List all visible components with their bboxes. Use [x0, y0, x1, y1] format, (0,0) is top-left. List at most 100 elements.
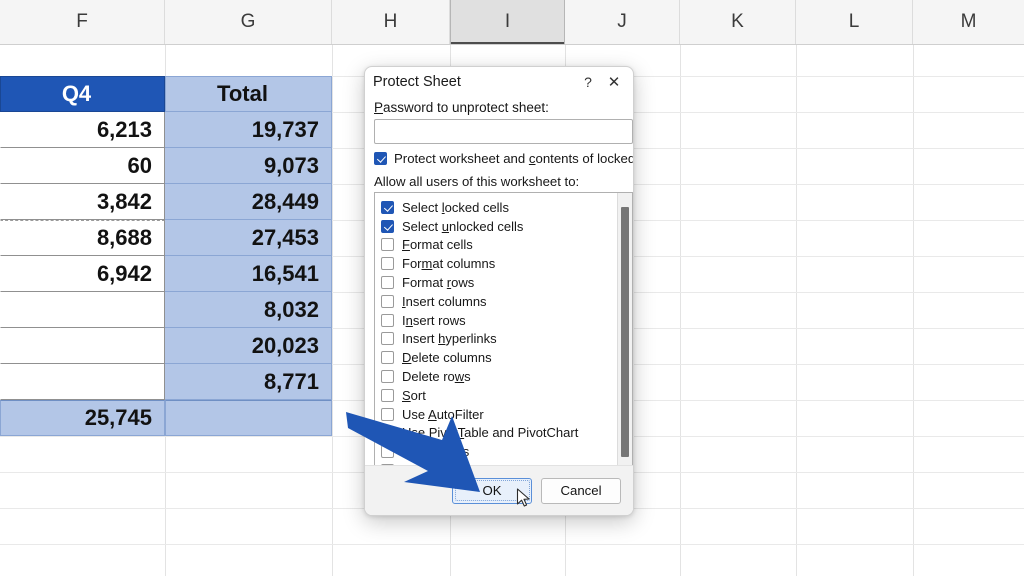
cell-grand-total[interactable]	[165, 400, 332, 436]
cell-grand-total-q4[interactable]: 25,745	[0, 400, 165, 436]
checkbox-icon-unchecked[interactable]	[381, 388, 394, 402]
table-row[interactable]: 8,771	[0, 364, 332, 400]
list-item-label: Select locked cells	[402, 199, 509, 215]
list-item-label: Insert columns	[402, 293, 487, 309]
checkbox-icon-unchecked[interactable]	[381, 407, 394, 421]
table-header-q4: Q4	[0, 76, 165, 112]
cell-q4[interactable]: 8,688	[0, 220, 165, 256]
checkbox-icon-unchecked[interactable]	[381, 370, 394, 384]
list-item-label: Format rows	[402, 275, 475, 291]
gridline	[332, 44, 333, 576]
cell-total[interactable]: 9,073	[165, 148, 332, 184]
cell-total[interactable]: 19,737	[165, 112, 332, 148]
allow-users-label: Allow all users of this worksheet to:	[374, 174, 580, 189]
checkbox-icon-unchecked[interactable]	[381, 426, 394, 440]
cancel-button[interactable]: Cancel	[541, 477, 621, 504]
cell-total[interactable]: 20,023	[165, 328, 332, 364]
list-item-label: Insert hyperlinks	[402, 331, 497, 347]
cell-q4[interactable]: 6,213	[0, 112, 165, 148]
checkbox-icon-unchecked[interactable]	[381, 294, 394, 308]
table-row[interactable]: 60 9,073	[0, 148, 332, 184]
dialog-title-bar: Protect Sheet ? ✕	[365, 67, 633, 97]
protect-sheet-dialog: Protect Sheet ? ✕ Password to unprotect …	[364, 66, 634, 516]
cell-q4[interactable]: 3,842	[0, 184, 165, 220]
list-item[interactable]: Delete rows	[381, 367, 618, 386]
cell-total[interactable]: 8,771	[165, 364, 332, 400]
checkbox-icon-checked[interactable]	[381, 200, 394, 214]
list-item-label: Use AutoFilter	[402, 406, 484, 422]
cell-q4[interactable]	[0, 364, 165, 400]
list-item[interactable]: Select unlocked cells	[381, 217, 618, 236]
password-label-rest: assword to unprotect sheet:	[383, 100, 549, 115]
list-item[interactable]: Select locked cells	[381, 198, 618, 217]
cell-q4[interactable]: 60	[0, 148, 165, 184]
cell-total[interactable]: 27,453	[165, 220, 332, 256]
checkbox-icon-unchecked[interactable]	[381, 313, 394, 327]
list-item-label: Format cells	[402, 237, 473, 253]
table-header-total: Total	[165, 76, 332, 112]
list-item[interactable]: Delete columns	[381, 348, 618, 367]
list-item[interactable]: Sort	[381, 386, 618, 405]
permissions-listbox[interactable]: Select locked cells Select unlocked cell…	[374, 192, 633, 474]
cell-q4[interactable]	[0, 328, 165, 364]
list-item[interactable]: Use AutoFilter	[381, 405, 618, 424]
dialog-footer: OK Cancel	[365, 465, 633, 515]
column-header-f[interactable]: F	[0, 0, 165, 44]
dialog-title: Protect Sheet	[373, 74, 461, 90]
list-item[interactable]: Use PivotTable and PivotChart	[381, 424, 618, 443]
column-header-j[interactable]: J	[565, 0, 680, 44]
cell-q4[interactable]	[0, 292, 165, 328]
table-row[interactable]: 8,032	[0, 292, 332, 328]
password-input[interactable]	[374, 119, 633, 144]
checkbox-icon-unchecked[interactable]	[381, 276, 394, 290]
table-row[interactable]: 8,688 27,453	[0, 220, 332, 256]
list-item[interactable]: Format columns	[381, 254, 618, 273]
list-item-label: Edit objects	[402, 444, 470, 460]
listbox-scrollbar[interactable]	[617, 193, 632, 473]
column-header-l[interactable]: L	[796, 0, 913, 44]
checkbox-icon-unchecked[interactable]	[381, 257, 394, 271]
list-item-label: Format columns	[402, 256, 496, 272]
protect-worksheet-checkbox-row[interactable]: Protect worksheet and contents of locked…	[374, 151, 633, 166]
password-label: Password to unprotect sheet:	[374, 100, 549, 115]
list-item-label: Delete columns	[402, 350, 492, 366]
table-row[interactable]: 6,213 19,737	[0, 112, 332, 148]
column-header-k[interactable]: K	[680, 0, 796, 44]
table-row[interactable]: 6,942 16,541	[0, 256, 332, 292]
list-item-label: Sort	[402, 387, 426, 403]
dialog-body: Password to unprotect sheet: Protect wor…	[365, 100, 633, 474]
mouse-cursor	[516, 488, 530, 507]
list-item-label: Use PivotTable and PivotChart	[402, 425, 579, 441]
list-item[interactable]: Edit objects	[381, 442, 618, 461]
help-icon[interactable]: ?	[575, 70, 601, 94]
checkbox-icon-unchecked[interactable]	[381, 332, 394, 346]
column-header-h[interactable]: H	[332, 0, 450, 44]
protect-worksheet-label: Protect worksheet and contents of locked…	[394, 151, 634, 166]
checkbox-icon-checked[interactable]	[374, 152, 387, 165]
cell-total[interactable]: 8,032	[165, 292, 332, 328]
table-row[interactable]: 20,023	[0, 328, 332, 364]
table-total-row[interactable]: 25,745	[0, 400, 332, 436]
gridline	[0, 544, 1024, 545]
list-item[interactable]: Format cells	[381, 236, 618, 255]
close-icon[interactable]: ✕	[601, 70, 627, 94]
data-table: Q4 Total 6,213 19,737 60 9,073 3,842 28,…	[0, 76, 332, 436]
list-item-label: Delete rows	[402, 369, 471, 385]
checkbox-icon-unchecked[interactable]	[381, 445, 394, 459]
cell-total[interactable]: 28,449	[165, 184, 332, 220]
scrollbar-thumb[interactable]	[621, 207, 629, 457]
list-item[interactable]: Format rows	[381, 273, 618, 292]
column-header-g[interactable]: G	[165, 0, 332, 44]
column-header-i[interactable]: I	[450, 0, 565, 44]
checkbox-icon-checked[interactable]	[381, 219, 394, 233]
checkbox-icon-unchecked[interactable]	[381, 351, 394, 365]
list-item[interactable]: Insert columns	[381, 292, 618, 311]
checkbox-icon-unchecked[interactable]	[381, 238, 394, 252]
cell-q4[interactable]: 6,942	[0, 256, 165, 292]
table-row[interactable]: 3,842 28,449	[0, 184, 332, 220]
column-header-m[interactable]: M	[913, 0, 1024, 44]
list-item[interactable]: Insert rows	[381, 311, 618, 330]
list-item[interactable]: Insert hyperlinks	[381, 330, 618, 349]
cell-total[interactable]: 16,541	[165, 256, 332, 292]
list-item-label: Select unlocked cells	[402, 218, 524, 234]
